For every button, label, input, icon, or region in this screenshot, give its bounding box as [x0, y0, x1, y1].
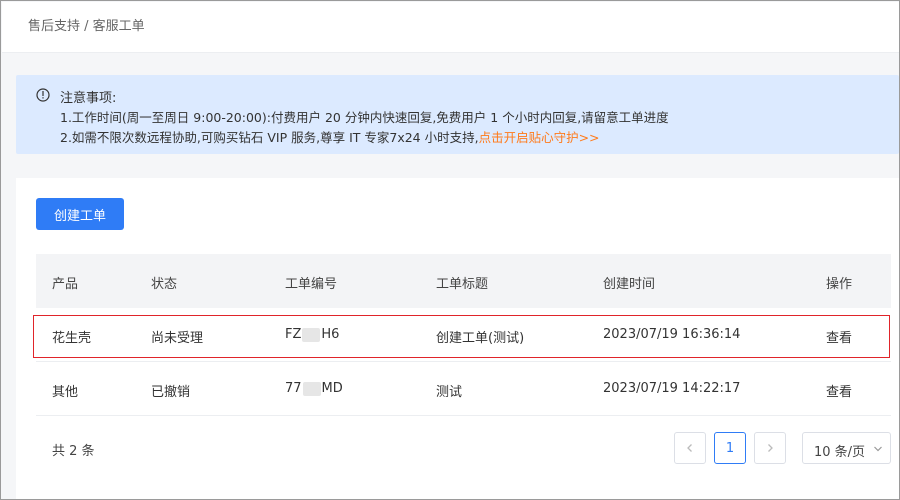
ticket-card: 创建工单 产品 状态 工单编号 工单标题 创建时间 操作 花生壳 尚未受理 FZ… — [16, 178, 899, 499]
prev-page-button[interactable] — [674, 432, 706, 464]
cell-created-at: 2023/07/19 16:36:14 — [603, 327, 741, 342]
view-ticket-link[interactable]: 查看 — [826, 327, 852, 346]
app-frame: 售后支持 / 客服工单 注意事项: 1.工作时间(周一至周日 9:00-20:0… — [0, 0, 900, 500]
notice-banner: 注意事项: 1.工作时间(周一至周日 9:00-20:00):付费用户 20 分… — [16, 75, 899, 154]
header-product: 产品 — [52, 277, 79, 292]
page-size-value: 10 条/页 — [814, 445, 866, 460]
header-ticket-title: 工单标题 — [436, 277, 489, 292]
cell-product: 花生壳 — [52, 331, 92, 346]
header-created-at: 创建时间 — [603, 277, 656, 292]
header-status: 状态 — [151, 277, 178, 292]
vip-service-link[interactable]: 点击开启贴心守护>> — [479, 130, 600, 145]
page-size-select[interactable]: 10 条/页 — [802, 432, 891, 464]
total-count: 共 2 条 — [52, 444, 95, 459]
cell-product: 其他 — [52, 385, 79, 400]
notice-line-1: 1.工作时间(周一至周日 9:00-20:00):付费用户 20 分钟内快速回复… — [60, 110, 669, 125]
cell-title: 创建工单(测试) — [436, 331, 525, 346]
chevron-left-icon — [687, 444, 692, 452]
ticket-no-start: FZ — [285, 327, 302, 342]
redaction-mask — [302, 327, 321, 342]
breadcrumb: 售后支持 / 客服工单 — [28, 19, 145, 34]
cell-title: 测试 — [436, 385, 463, 400]
ticket-no-end: H6 — [321, 327, 340, 342]
notice-line-2-text: 2.如需不限次数远程协助,可购买钻石 VIP 服务,尊享 IT 专家7x24 小… — [60, 130, 479, 145]
ticket-no-start: 77 — [285, 381, 302, 396]
header-ticket-no: 工单编号 — [285, 277, 338, 292]
table-row: 花生壳 尚未受理 FZ H6 创建工单(测试) 2023/07/19 16:36:… — [36, 308, 891, 362]
cell-ticket-no: 77 MD — [285, 381, 343, 396]
create-ticket-button[interactable]: 创建工单 — [36, 198, 124, 230]
chevron-down-icon — [874, 446, 882, 452]
info-icon — [36, 88, 50, 102]
header-action: 操作 — [826, 277, 853, 292]
cell-status: 尚未受理 — [151, 331, 204, 346]
ticket-no-end: MD — [321, 381, 343, 396]
table-row: 其他 已撤销 77 MD 测试 2023/07/19 14:22:17 查看 — [36, 362, 891, 416]
cell-ticket-no: FZ H6 — [285, 327, 339, 342]
view-ticket-link[interactable]: 查看 — [826, 381, 852, 400]
cell-status: 已撤销 — [151, 385, 191, 400]
cell-created-at: 2023/07/19 14:22:17 — [603, 381, 741, 396]
page-number-button[interactable]: 1 — [714, 432, 746, 464]
table-header: 产品 状态 工单编号 工单标题 创建时间 操作 — [36, 254, 891, 308]
chevron-right-icon — [768, 444, 773, 452]
notice-line-2: 2.如需不限次数远程协助,可购买钻石 VIP 服务,尊享 IT 专家7x24 小… — [60, 127, 600, 146]
notice-title: 注意事项: — [60, 91, 117, 106]
top-bar: 售后支持 / 客服工单 — [2, 2, 899, 53]
next-page-button[interactable] — [754, 432, 786, 464]
redaction-mask — [302, 381, 321, 396]
